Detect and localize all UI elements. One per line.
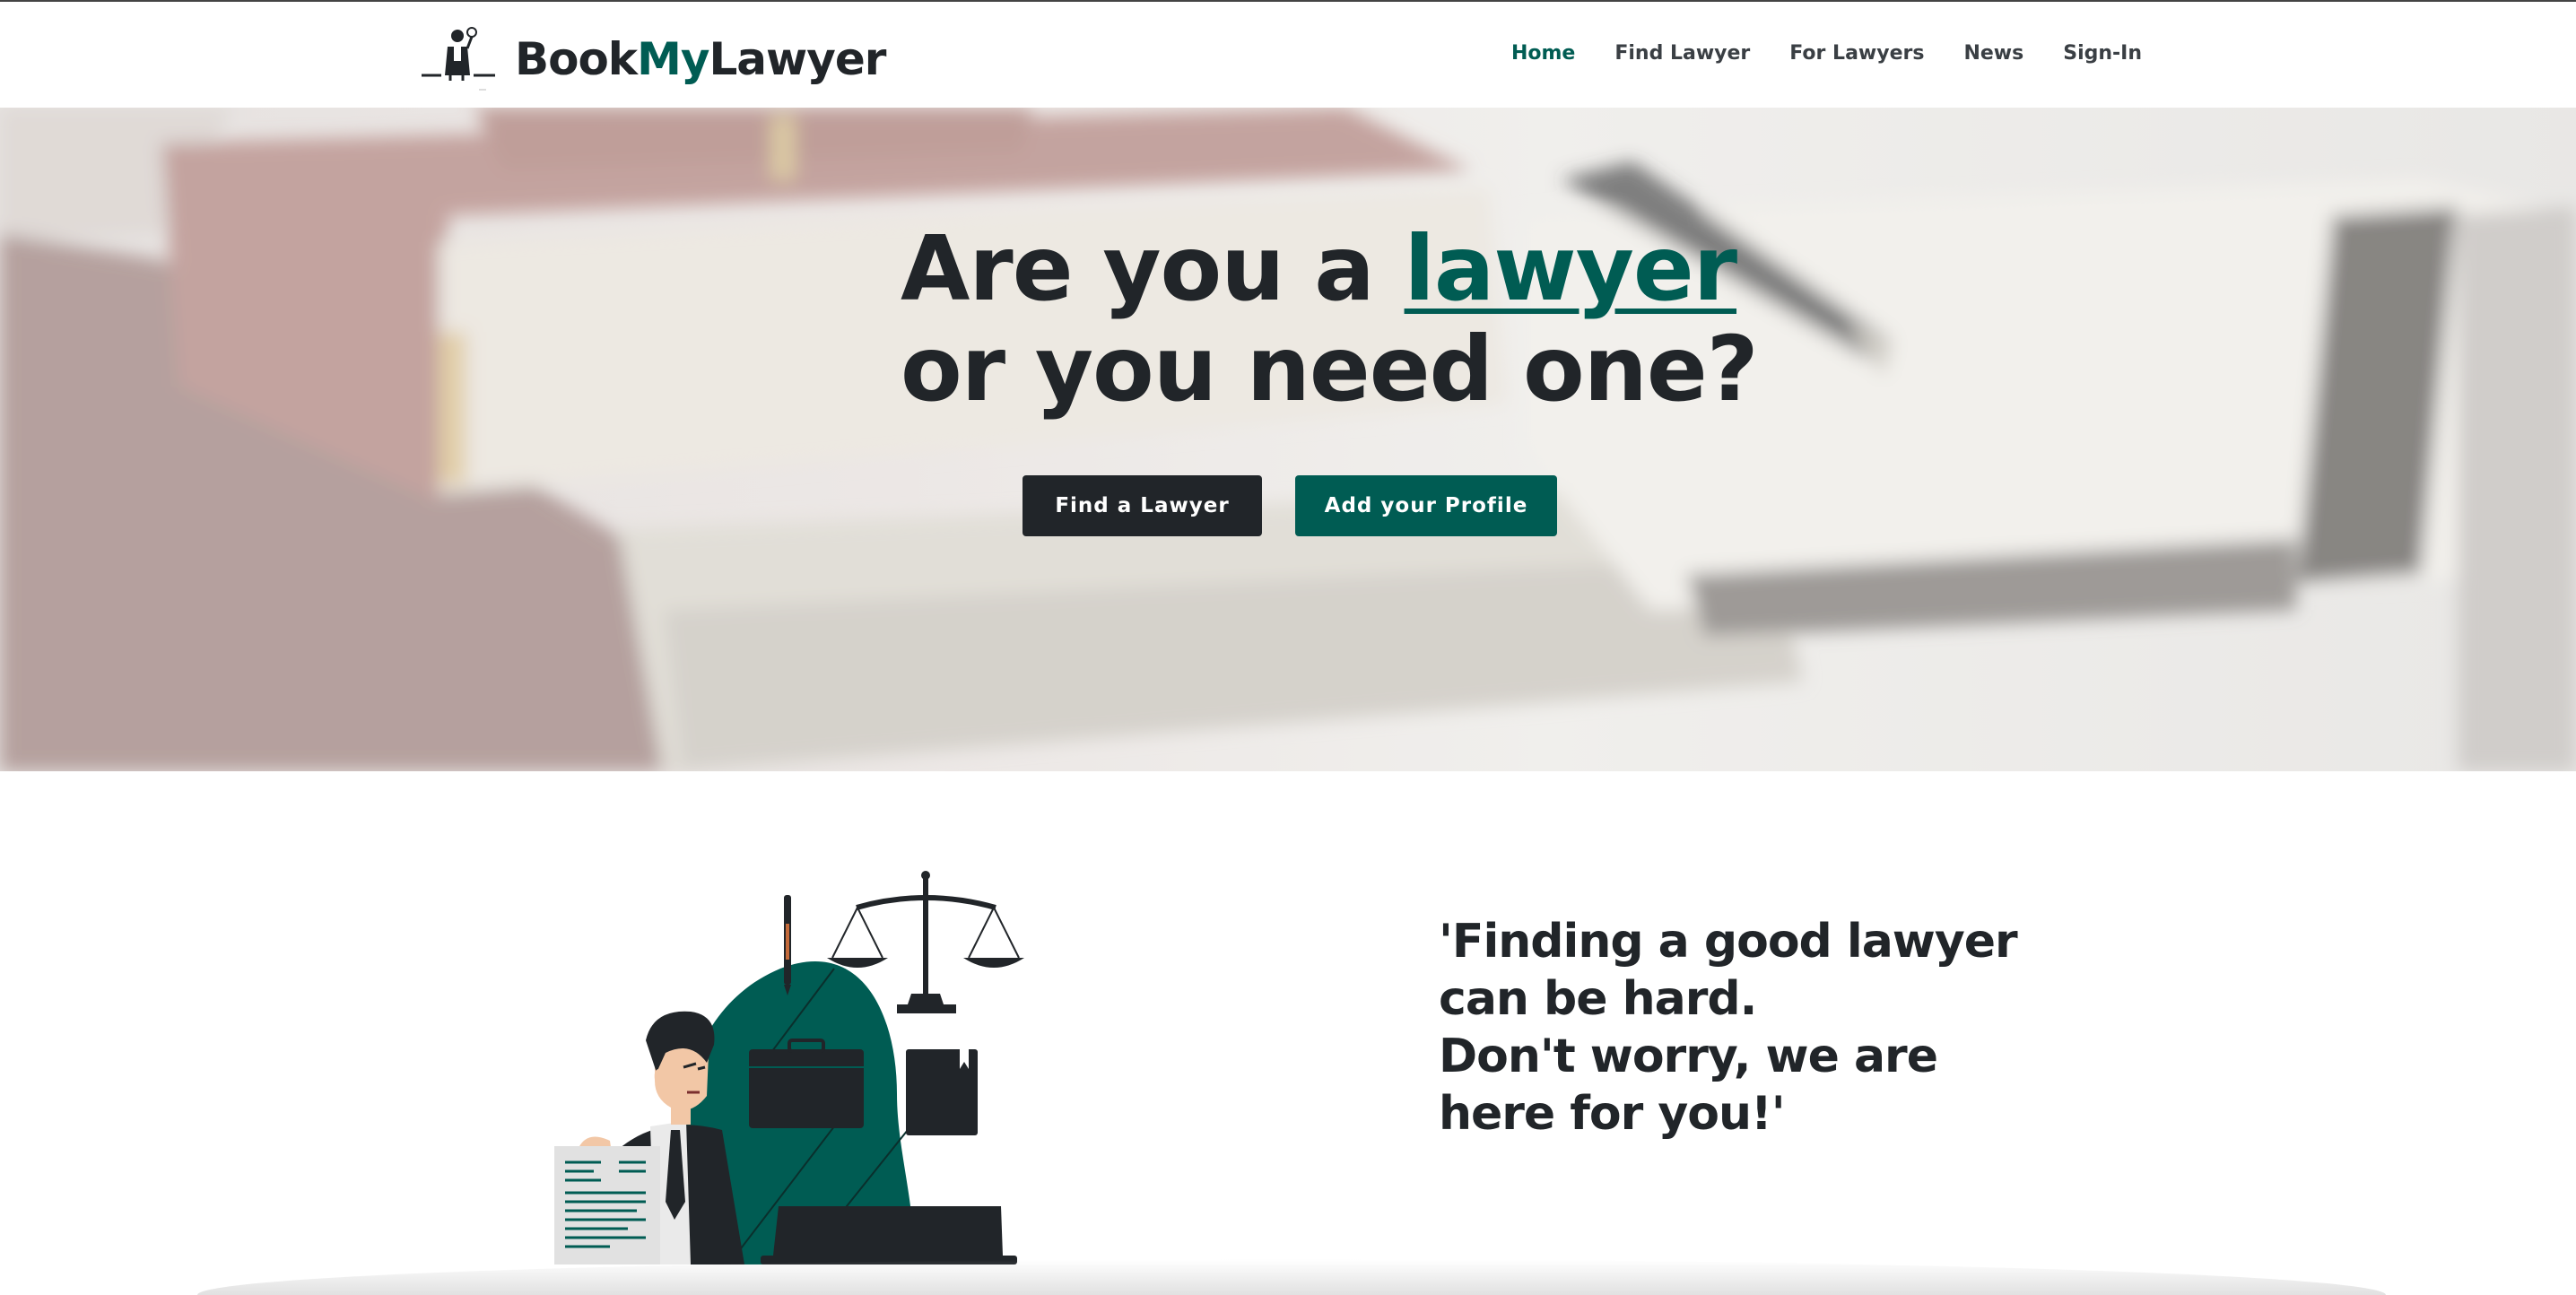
intro-quote: 'Finding a good lawyer can be hard. Don'… <box>1439 913 2018 1143</box>
hero-title: Are you a lawyer or you need one? <box>901 219 1759 422</box>
brand-name: BookMyLawyer <box>515 33 886 85</box>
quote-line-2: can be hard. <box>1439 972 1757 1026</box>
nav-menu: Home Find Lawyer For Lawyers News Sign-I… <box>1492 38 2162 70</box>
brand-home-link[interactable]: BookMyLawyer <box>418 23 886 95</box>
nav-item-find-lawyer[interactable]: Find Lawyer <box>1595 38 1770 70</box>
quote-line-4: here for you!' <box>1439 1087 1786 1141</box>
brand-name-my: My <box>637 33 709 85</box>
find-a-lawyer-button[interactable]: Find a Lawyer <box>1023 475 1262 536</box>
nav-item-home[interactable]: Home <box>1492 38 1595 70</box>
hero-title-line2: or you need one? <box>901 317 1759 422</box>
hero-title-accent: lawyer <box>1404 216 1737 321</box>
quote-line-1: 'Finding a good lawyer <box>1439 915 2018 969</box>
hero-title-prefix: Are you a <box>901 216 1405 321</box>
lawyer-figure-logo-icon <box>422 27 495 91</box>
navbar: BookMyLawyer Home Find Lawyer For Lawyer… <box>0 0 2576 108</box>
lawyer-with-scales-illustration <box>554 871 1024 1265</box>
nav-item-sign-in[interactable]: Sign-In <box>2043 38 2162 70</box>
add-profile-button[interactable]: Add your Profile <box>1295 475 1557 536</box>
quote-line-3: Don't worry, we are <box>1439 1030 1938 1083</box>
nav-item-for-lawyers[interactable]: For Lawyers <box>1770 38 1944 70</box>
brand-name-lawyer: Lawyer <box>709 33 886 85</box>
next-section-shadow <box>197 1259 2386 1295</box>
hero-section: Are you a lawyer or you need one? Find a… <box>0 108 2576 771</box>
brand-name-book: Book <box>515 33 638 85</box>
hero-title-line1: Are you a lawyer <box>901 219 1758 319</box>
nav-item-news[interactable]: News <box>1944 38 2043 70</box>
hero-overlay <box>0 108 2576 771</box>
